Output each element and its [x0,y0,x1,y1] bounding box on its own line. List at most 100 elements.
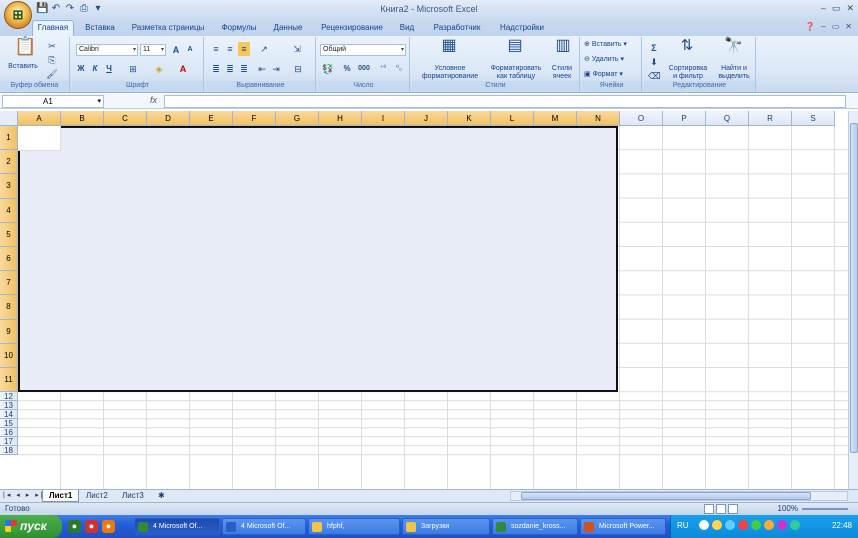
tray-app-icon[interactable] [725,520,735,530]
maximize-button[interactable]: ▭ [832,3,841,14]
find-select-icon[interactable]: 🔭 [724,38,743,53]
column-header-J[interactable]: J [405,111,448,126]
shrink-font-icon[interactable]: A [184,43,196,57]
column-header-A[interactable]: A [18,111,61,126]
tray-volume-icon[interactable] [790,520,800,530]
taskbar-button-downloads[interactable]: Загрузки [402,518,490,535]
column-header-E[interactable]: E [190,111,233,126]
taskbar-button-sozdanie[interactable]: sozdanie_kross... [492,518,578,535]
conditional-formatting-button[interactable]: Условное форматирование [414,65,486,81]
page-break-view-icon[interactable] [728,504,738,514]
workbook-minimize-button[interactable]: – [821,22,825,31]
minimize-button[interactable]: – [821,3,826,14]
horizontal-scroll-thumb[interactable] [521,492,811,500]
insert-function-button[interactable]: fx [150,95,157,105]
select-all-button[interactable] [0,111,18,126]
tab-review[interactable]: Рецензирование [316,21,388,36]
column-header-D[interactable]: D [147,111,190,126]
insert-sheet-icon[interactable]: ✱ [152,490,171,502]
worksheet-grid[interactable]: ABCDEFGHIJKLMNOPQRS 1 2 3 4 5 6 7 8 9 10 11 12 13 14 1… [0,111,848,489]
tab-addins[interactable]: Надстройки [494,21,550,36]
borders-icon[interactable]: ⊞ [126,62,140,76]
align-top-icon[interactable]: ≡ [210,42,222,56]
zoom-level[interactable]: 100% [778,504,798,513]
merge-center-icon[interactable]: ⊟ [290,62,306,76]
sort-filter-icon[interactable]: ⇅ [678,38,696,53]
office-button[interactable]: ⊞ [4,1,32,29]
normal-view-icon[interactable] [704,504,714,514]
column-header-H[interactable]: H [319,111,362,126]
format-cells-button[interactable]: ▣ Формат ▾ [584,71,640,79]
format-as-table-icon[interactable]: ▤ [504,38,526,54]
workbook-restore-button[interactable]: ▭ [832,22,840,31]
row-header-10[interactable]: 10 [0,343,18,368]
tab-page-layout[interactable]: Разметка страницы [128,21,208,36]
tab-home[interactable]: Главная [32,20,74,36]
help-icon[interactable]: ❓ [805,22,815,31]
paste-button[interactable]: Вставить [6,63,40,71]
font-size-combo[interactable]: 11 ▾ [140,44,166,56]
accounting-format-icon[interactable]: 💱 [320,62,336,76]
column-header-L[interactable]: L [491,111,534,126]
quick-launch-media-icon[interactable]: ● [85,520,98,533]
column-header-N[interactable]: N [577,111,620,126]
font-name-combo[interactable]: Calibri ▾ [76,44,138,56]
column-header-Q[interactable]: Q [706,111,749,126]
bold-button[interactable]: Ж [76,62,86,76]
fill-color-icon[interactable]: ◈ [152,62,166,76]
tab-data[interactable]: Данные [268,21,308,36]
row-header-9[interactable]: 9 [0,319,18,344]
tray-security-icon[interactable] [738,520,748,530]
orientation-icon[interactable]: ↗ [256,42,272,56]
row-header-5[interactable]: 5 [0,222,18,247]
tray-messenger-icon[interactable] [777,520,787,530]
sort-filter-button[interactable]: Сортировка и фильтр [666,65,710,81]
close-button[interactable]: ✕ [846,3,854,14]
column-header-F[interactable]: F [233,111,276,126]
decrease-indent-icon[interactable]: ⇤ [256,62,268,76]
format-as-table-button[interactable]: Форматировать как таблицу [488,65,544,81]
row-header-11[interactable]: 11 [0,368,18,393]
row-header-1[interactable]: 1 [0,126,18,151]
formula-input[interactable] [164,95,846,108]
align-bottom-icon[interactable]: ≡ [238,42,250,56]
tab-view[interactable]: Вид [394,21,420,36]
column-header-M[interactable]: M [534,111,577,126]
quick-launch-browser-icon[interactable]: ● [102,520,115,533]
find-select-button[interactable]: Найти и выделить [712,65,756,81]
sheet-nav-buttons[interactable]: |◂ ◂ ▸ ▸| [3,491,45,499]
delete-cells-button[interactable]: ⊖ Удалить ▾ [584,56,640,64]
taskbar-button-powerpoint[interactable]: Microsoft Power... [580,518,666,535]
align-middle-icon[interactable]: ≡ [224,42,236,56]
vertical-scrollbar[interactable] [848,111,858,489]
row-header-6[interactable]: 6 [0,247,18,272]
sheet-tab-3[interactable]: Лист3 [116,490,150,502]
page-layout-view-icon[interactable] [716,504,726,514]
language-indicator[interactable]: RU [677,521,689,530]
tray-network-icon[interactable] [712,520,722,530]
start-button[interactable]: пуск [0,515,62,538]
name-box[interactable]: A1 ▾ [2,95,104,108]
cell-styles-icon[interactable]: ▥ [552,38,574,54]
horizontal-scrollbar[interactable] [510,491,848,501]
column-header-S[interactable]: S [792,111,835,126]
tray-update-icon[interactable] [751,520,761,530]
decrease-decimal-icon[interactable]: ⁰₀ [392,62,406,76]
column-header-K[interactable]: K [448,111,491,126]
zoom-slider[interactable] [802,508,848,510]
column-header-O[interactable]: O [620,111,663,126]
column-header-P[interactable]: P [663,111,706,126]
align-right-icon[interactable]: ≣ [238,62,250,76]
row-header-18[interactable]: 18 [0,446,18,456]
quick-launch-app-icon[interactable]: ● [68,520,81,533]
column-header-I[interactable]: I [362,111,405,126]
copy-icon[interactable]: ⎘ [46,53,58,67]
tray-antivirus-icon[interactable] [764,520,774,530]
increase-indent-icon[interactable]: ⇥ [270,62,282,76]
row-header-4[interactable]: 4 [0,198,18,223]
taskbar-button-excel[interactable]: 4 Microsoft Of... [134,518,220,535]
row-header-8[interactable]: 8 [0,295,18,320]
sheet-tab-1[interactable]: Лист1 [42,490,80,502]
workbook-close-button[interactable]: ✕ [845,22,852,31]
format-painter-icon[interactable]: 🖌 [46,67,58,81]
